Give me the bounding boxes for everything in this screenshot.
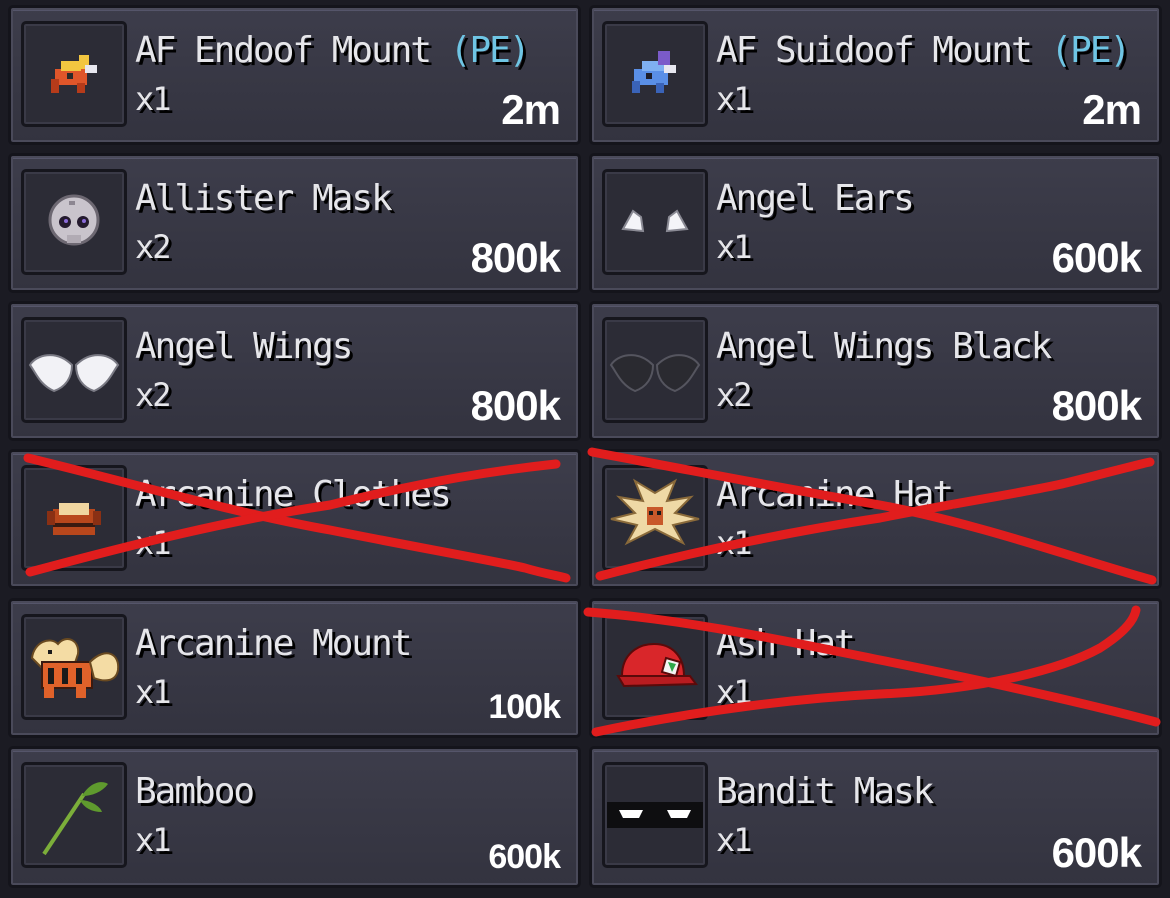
item-price: 600k xyxy=(488,838,561,876)
ash-hat-icon xyxy=(616,642,698,688)
item-price: 800k xyxy=(1051,382,1142,429)
item-icon-slot xyxy=(602,317,708,423)
item-quantity: x1 xyxy=(135,524,172,562)
item-card-arcanine-clothes[interactable]: Arcanine Clothes x1 xyxy=(8,449,581,589)
item-icon-slot xyxy=(602,169,708,275)
item-price: 2m xyxy=(501,86,561,133)
suidoof-mount-icon xyxy=(632,51,676,93)
item-icon-slot xyxy=(21,169,127,275)
item-quantity: x1 xyxy=(135,673,172,711)
item-name: Ash Hat xyxy=(716,623,856,664)
item-card-bamboo[interactable]: Bamboo x1 600k xyxy=(8,746,581,888)
item-icon-slot xyxy=(21,465,127,571)
item-name: Arcanine Clothes xyxy=(135,474,452,515)
item-icon-slot xyxy=(21,614,127,720)
item-icon-slot xyxy=(602,21,708,127)
item-quantity: x1 xyxy=(716,524,753,562)
bandit-mask-icon xyxy=(607,802,703,828)
item-icon-slot xyxy=(21,317,127,423)
item-price: 800k xyxy=(470,234,561,281)
item-icon-slot xyxy=(602,762,708,868)
item-card-bandit-mask[interactable]: Bandit Mask x1 600k xyxy=(589,746,1162,888)
arcanine-mount-icon xyxy=(30,638,120,698)
item-icon-slot xyxy=(21,21,127,127)
item-name: Arcanine Mount xyxy=(135,623,412,664)
item-name: Bandit Mask xyxy=(716,771,934,812)
item-card-af-suidoof-mount[interactable]: AF Suidoof Mount (PE) x1 2m xyxy=(589,5,1162,145)
item-icon-slot xyxy=(602,465,708,571)
bamboo-icon xyxy=(42,782,108,856)
item-name: Bamboo xyxy=(135,771,255,812)
item-quantity: x1 xyxy=(716,80,753,118)
item-card-angel-wings[interactable]: Angel Wings x2 800k xyxy=(8,301,581,441)
item-quantity: x2 xyxy=(135,228,172,266)
arcanine-hat-icon xyxy=(610,478,700,546)
item-price: 800k xyxy=(470,382,561,429)
item-name: Allister Mask xyxy=(135,178,393,219)
item-card-ash-hat[interactable]: Ash Hat x1 xyxy=(589,598,1162,738)
item-card-angel-wings-black[interactable]: Angel Wings Black x2 800k xyxy=(589,301,1162,441)
item-icon-slot xyxy=(602,614,708,720)
item-price: 2m xyxy=(1082,86,1142,133)
item-quantity: x2 xyxy=(135,376,172,414)
item-name: Angel Wings xyxy=(135,326,353,367)
item-card-af-endoof-mount[interactable]: AF Endoof Mount (PE) x1 2m xyxy=(8,5,581,145)
item-card-allister-mask[interactable]: Allister Mask x2 800k xyxy=(8,153,581,293)
item-quantity: x1 xyxy=(716,228,753,266)
item-card-angel-ears[interactable]: Angel Ears x1 600k xyxy=(589,153,1162,293)
angel-wings-icon xyxy=(28,354,120,393)
item-icon-slot xyxy=(21,762,127,868)
item-price: 100k xyxy=(488,688,561,726)
item-name: Angel Ears xyxy=(716,178,915,219)
item-quantity: x1 xyxy=(135,80,172,118)
item-quantity: x1 xyxy=(135,821,172,859)
item-quantity: x1 xyxy=(716,821,753,859)
item-price: 600k xyxy=(1051,829,1142,876)
item-quantity: x1 xyxy=(716,673,753,711)
allister-mask-icon xyxy=(48,194,100,246)
item-name: Angel Wings Black xyxy=(716,326,1052,367)
item-quantity: x2 xyxy=(716,376,753,414)
angel-ears-icon xyxy=(621,209,689,233)
item-name: AF Endoof Mount (PE) xyxy=(135,30,531,71)
endoof-mount-icon xyxy=(51,55,97,93)
pe-tag: (PE) xyxy=(449,30,531,71)
angel-wings-black-icon xyxy=(609,354,701,393)
item-card-arcanine-hat[interactable]: Arcanine Hat x1 xyxy=(589,449,1162,589)
item-name: Arcanine Hat xyxy=(716,474,954,515)
pe-tag: (PE) xyxy=(1050,30,1131,71)
item-price: 600k xyxy=(1051,234,1142,281)
item-name: AF Suidoof Mount (PE) xyxy=(716,30,1131,71)
item-card-arcanine-mount[interactable]: Arcanine Mount x1 100k xyxy=(8,598,581,738)
arcanine-clothes-icon xyxy=(47,503,101,535)
